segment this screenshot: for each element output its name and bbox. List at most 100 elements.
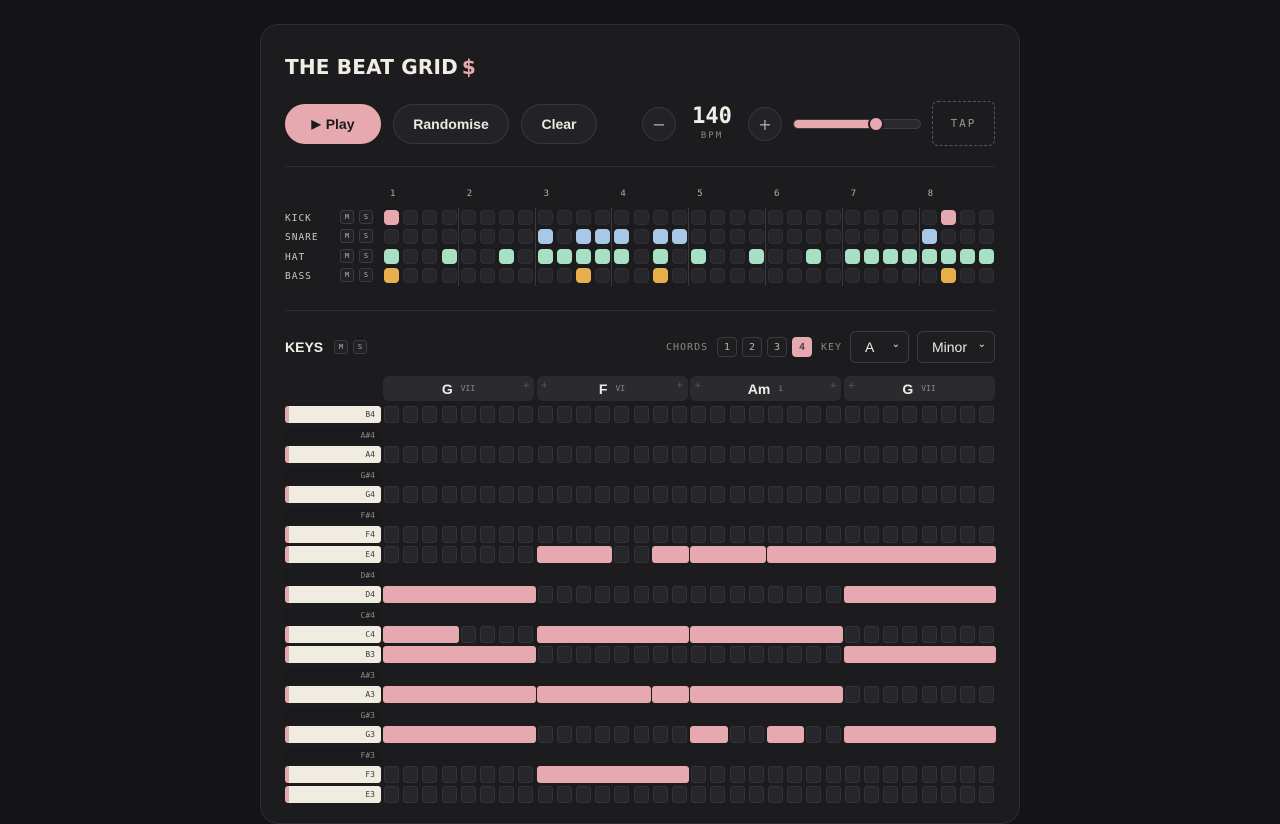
piano-key-black[interactable]: G#3	[285, 709, 381, 723]
roll-cell[interactable]	[518, 526, 534, 543]
step-active[interactable]	[652, 267, 668, 283]
roll-cell[interactable]	[729, 726, 745, 743]
roll-cell[interactable]	[595, 726, 611, 743]
roll-cell[interactable]	[556, 646, 572, 663]
step-cell[interactable]	[576, 210, 591, 225]
roll-cell[interactable]	[768, 406, 783, 423]
roll-cell[interactable]	[576, 786, 591, 803]
roll-cell[interactable]	[902, 406, 918, 423]
note-block[interactable]	[690, 546, 766, 563]
step-active[interactable]	[940, 248, 956, 264]
step-active[interactable]	[960, 248, 975, 264]
roll-cell[interactable]	[460, 526, 476, 543]
roll-cell[interactable]	[422, 486, 438, 503]
step-cell[interactable]	[595, 267, 611, 283]
step-cell[interactable]	[825, 248, 841, 264]
tempo-slider-track[interactable]	[793, 119, 921, 129]
bpm-decrement-button[interactable]: −	[642, 107, 676, 141]
roll-cell[interactable]	[614, 406, 630, 423]
roll-cell[interactable]	[672, 446, 687, 463]
piano-key-white[interactable]: G4	[285, 486, 381, 503]
roll-cell[interactable]	[422, 526, 438, 543]
roll-cell[interactable]	[499, 546, 515, 563]
roll-cell[interactable]	[960, 486, 975, 503]
roll-cell[interactable]	[422, 406, 438, 423]
roll-cell[interactable]	[806, 486, 822, 503]
roll-cell[interactable]	[518, 406, 534, 423]
roll-cell[interactable]	[652, 526, 668, 543]
step-cell[interactable]	[825, 210, 841, 225]
roll-cell[interactable]	[748, 526, 764, 543]
step-cell[interactable]	[864, 229, 879, 245]
note-block[interactable]	[383, 626, 459, 643]
roll-cell[interactable]	[518, 766, 534, 783]
roll-cell[interactable]	[940, 766, 956, 783]
roll-cell[interactable]	[672, 726, 687, 743]
note-block[interactable]	[767, 546, 997, 563]
roll-cell[interactable]	[787, 406, 803, 423]
step-cell[interactable]	[422, 248, 438, 264]
step-cell[interactable]	[940, 229, 956, 245]
roll-cell[interactable]	[556, 786, 572, 803]
roll-cell[interactable]	[806, 766, 822, 783]
roll-cell[interactable]	[825, 766, 841, 783]
roll-cell[interactable]	[825, 446, 841, 463]
roll-cell[interactable]	[844, 626, 860, 643]
roll-cell[interactable]	[499, 486, 515, 503]
roll-cell[interactable]	[979, 406, 995, 423]
roll-cell[interactable]	[710, 446, 726, 463]
roll-cell[interactable]	[710, 786, 726, 803]
roll-cell[interactable]	[537, 526, 553, 543]
roll-cell[interactable]	[576, 486, 591, 503]
step-cell[interactable]	[960, 267, 975, 283]
step-active[interactable]	[652, 229, 668, 245]
track-solo-button[interactable]: S	[359, 267, 373, 282]
step-cell[interactable]	[499, 267, 515, 283]
roll-cell[interactable]	[518, 786, 534, 803]
piano-key-black[interactable]: F#4	[285, 509, 381, 523]
step-cell[interactable]	[844, 267, 860, 283]
step-active[interactable]	[979, 248, 995, 264]
step-active[interactable]	[576, 267, 591, 283]
roll-cell[interactable]	[844, 786, 860, 803]
step-cell[interactable]	[480, 248, 495, 264]
roll-cell[interactable]	[787, 586, 803, 603]
roll-cell[interactable]	[614, 786, 630, 803]
roll-cell[interactable]	[729, 786, 745, 803]
step-cell[interactable]	[633, 210, 649, 225]
roll-cell[interactable]	[710, 526, 726, 543]
roll-cell[interactable]	[672, 646, 687, 663]
roll-cell[interactable]	[480, 486, 495, 503]
roll-cell[interactable]	[729, 446, 745, 463]
note-block[interactable]	[690, 726, 728, 743]
roll-cell[interactable]	[441, 446, 457, 463]
step-active[interactable]	[806, 248, 822, 264]
roll-cell[interactable]	[921, 686, 937, 703]
note-block[interactable]	[690, 686, 843, 703]
step-cell[interactable]	[556, 210, 572, 225]
step-cell[interactable]	[614, 267, 630, 283]
roll-cell[interactable]	[403, 526, 419, 543]
roll-cell[interactable]	[768, 526, 783, 543]
step-active[interactable]	[576, 248, 591, 264]
roll-cell[interactable]	[576, 406, 591, 423]
step-cell[interactable]	[902, 210, 918, 225]
step-cell[interactable]	[864, 267, 879, 283]
roll-cell[interactable]	[652, 646, 668, 663]
roll-cell[interactable]	[883, 626, 899, 643]
roll-cell[interactable]	[595, 786, 611, 803]
step-cell[interactable]	[768, 248, 783, 264]
roll-cell[interactable]	[537, 486, 553, 503]
roll-cell[interactable]	[518, 486, 534, 503]
step-cell[interactable]	[403, 248, 419, 264]
roll-cell[interactable]	[940, 486, 956, 503]
roll-cell[interactable]	[480, 626, 495, 643]
roll-cell[interactable]	[595, 406, 611, 423]
roll-cell[interactable]	[672, 526, 687, 543]
note-block[interactable]	[843, 646, 997, 663]
roll-cell[interactable]	[729, 646, 745, 663]
roll-cell[interactable]	[537, 726, 553, 743]
roll-cell[interactable]	[748, 726, 764, 743]
piano-key-black[interactable]: C#4	[285, 609, 381, 623]
step-cell[interactable]	[460, 267, 476, 283]
